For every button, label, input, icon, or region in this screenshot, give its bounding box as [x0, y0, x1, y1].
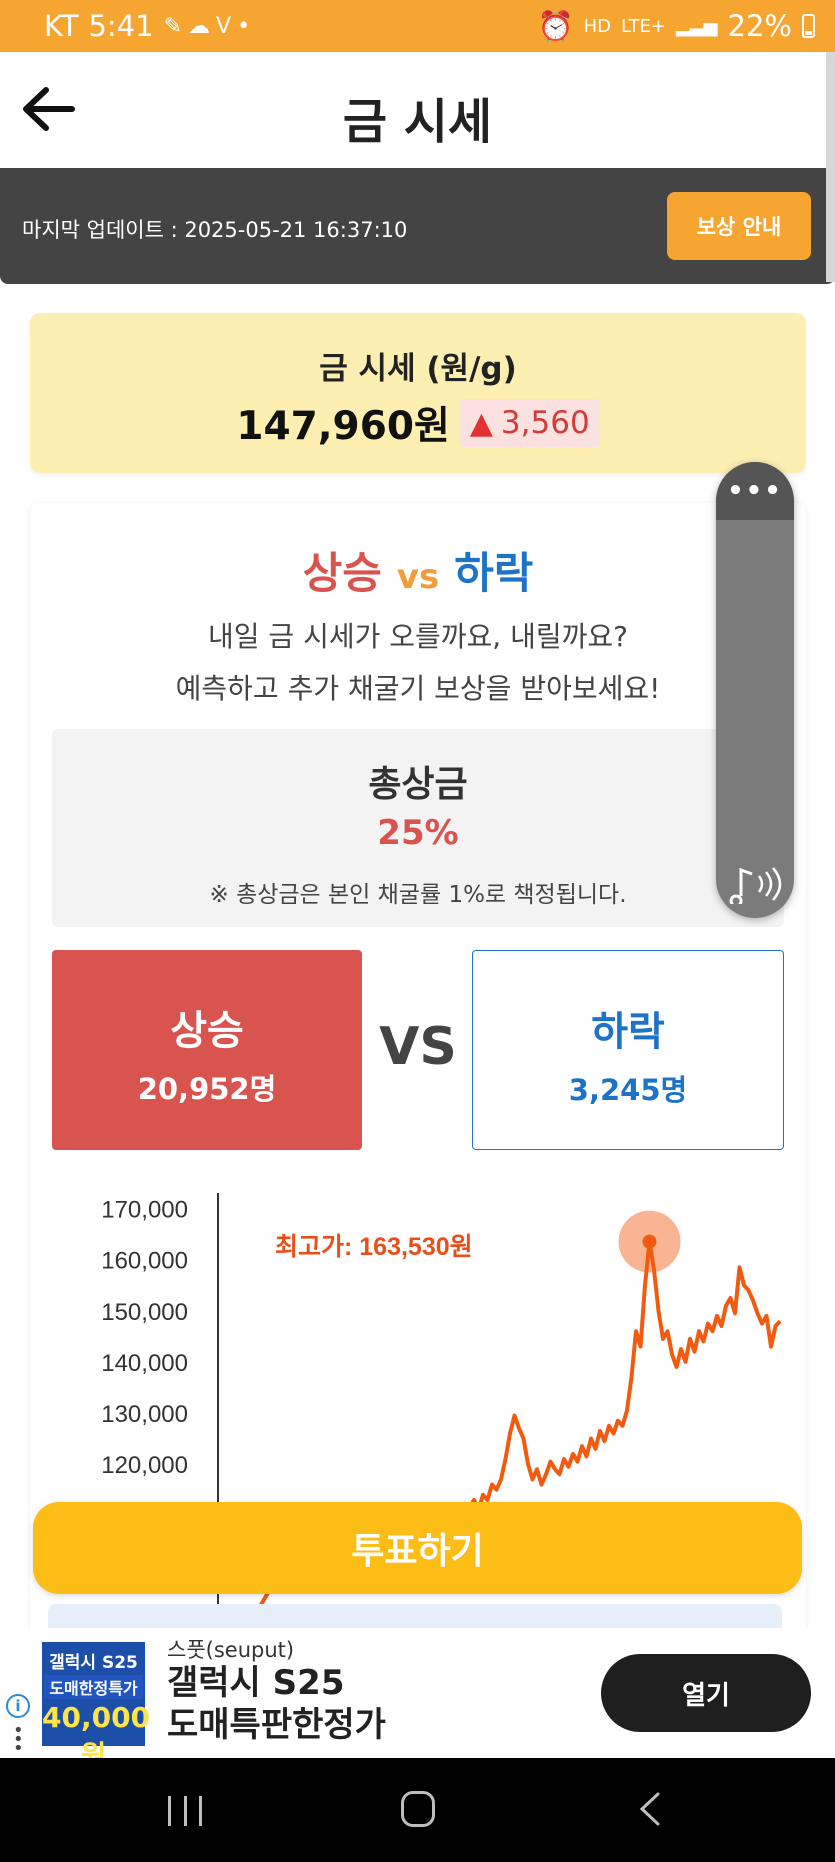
- vote-button[interactable]: 투표하기: [33, 1502, 802, 1594]
- battery-icon: [802, 14, 815, 38]
- recent-apps-icon[interactable]: [168, 1796, 202, 1826]
- signal-icon: ▂▃▅: [676, 15, 718, 37]
- scrollbar[interactable]: [826, 52, 835, 282]
- carrier-text: KT: [44, 9, 79, 43]
- status-right: ⏰ HD LTE+ ▂▃▅ 22%: [537, 9, 815, 44]
- price-change-value: 3,560: [500, 405, 590, 441]
- ad-thumb-line1: 갤럭시 S25: [49, 1653, 138, 1673]
- vote-up-count: 20,952명: [137, 1072, 277, 1106]
- vs-title-up: 상승: [302, 549, 382, 599]
- ad-more-icon[interactable]: • • •: [13, 1722, 24, 1758]
- vs-title-vs: vs: [396, 557, 440, 597]
- price-label: 금 시세 (원/g): [319, 351, 517, 387]
- y-tick-label: 150,000: [101, 1299, 188, 1326]
- y-tick-label: 170,000: [101, 1197, 188, 1224]
- price-value: 147,960원: [236, 404, 450, 449]
- battery-text: 22%: [727, 9, 792, 43]
- media-menu-icon[interactable]: •••: [716, 462, 794, 520]
- ad-open-button[interactable]: 열기: [601, 1654, 811, 1732]
- cloud-icon: ☁: [188, 13, 211, 39]
- ad-thumbnail[interactable]: 갤럭시 S25 도매한정특가 40,000원: [42, 1642, 150, 1772]
- vote-description-line2: 예측하고 추가 채굴기 보상을 받아보세요!: [175, 672, 661, 705]
- status-bar: KT 5:41 ✎ ☁ V • ⏰ HD LTE+ ▂▃▅ 22%: [0, 0, 835, 52]
- next-section-edge: [48, 1604, 782, 1628]
- reward-info-button[interactable]: 보상 안내: [667, 192, 811, 260]
- music-sound-icon[interactable]: [726, 864, 784, 904]
- y-tick-label: 140,000: [101, 1350, 188, 1377]
- vote-card: 상승 vs 하락 내일 금 시세가 오를까요, 내릴까요? 예측하고 추가 채굴…: [30, 503, 806, 1643]
- prize-title: 총상금: [368, 764, 468, 805]
- vs-title: 상승 vs 하락: [30, 539, 806, 601]
- status-left: KT 5:41 ✎ ☁ V •: [44, 9, 250, 43]
- ad-title[interactable]: 갤럭시 S25 도매특판한정가: [167, 1662, 386, 1746]
- prize-note: ※ 총상금은 본인 채굴률 1%로 책정됩니다.: [209, 882, 627, 908]
- back-icon[interactable]: [636, 1792, 666, 1826]
- vs-title-down: 하락: [454, 549, 534, 599]
- prize-value: 25%: [377, 813, 459, 853]
- vote-down-count: 3,245명: [568, 1073, 688, 1107]
- v-icon: V: [216, 13, 232, 39]
- ad-advertiser: 스풋(seuput): [167, 1638, 295, 1662]
- hd-icon: HD: [583, 15, 611, 37]
- network-text: LTE+: [621, 15, 666, 37]
- more-dot: •: [237, 13, 251, 39]
- page-title: 금 시세: [342, 94, 493, 150]
- y-tick-label: 130,000: [101, 1401, 188, 1428]
- ad-thumb-line2: 도매한정특가: [44, 1675, 143, 1699]
- vote-down-option[interactable]: 하락 3,245명: [472, 950, 784, 1150]
- vote-up-option[interactable]: 상승 20,952명: [52, 950, 362, 1150]
- up-arrow-icon: ▲: [469, 405, 493, 441]
- max-price-annotation: 최고가: 163,530원: [275, 1233, 473, 1261]
- notification-icons: ✎ ☁ V •: [164, 14, 250, 39]
- edit-icon: ✎: [163, 13, 183, 39]
- vote-up-label: 상승: [170, 1008, 244, 1054]
- vote-description: 내일 금 시세가 오를까요, 내릴까요? 예측하고 추가 채굴기 보상을 받아보…: [30, 611, 806, 715]
- vote-down-label: 하락: [591, 1009, 665, 1055]
- ad-title-line1: 갤럭시 S25: [167, 1663, 345, 1703]
- price-change-badge: ▲ 3,560: [459, 399, 600, 447]
- app-header: 금 시세: [0, 52, 835, 168]
- alarm-icon: ⏰: [537, 8, 574, 43]
- y-tick-label: 160,000: [101, 1248, 188, 1275]
- vote-description-line1: 내일 금 시세가 오를까요, 내릴까요?: [207, 620, 628, 653]
- ad-title-line2: 도매특판한정가: [167, 1705, 386, 1745]
- home-icon[interactable]: [401, 1791, 435, 1827]
- system-nav-bar: [0, 1758, 835, 1862]
- ad-info-icon[interactable]: i: [6, 1694, 30, 1718]
- max-point-marker: [642, 1234, 657, 1249]
- prize-box: 총상금 25% ※ 총상금은 본인 채굴률 1%로 책정됩니다.: [52, 729, 784, 927]
- vs-center-text: VS: [379, 1017, 457, 1077]
- ad-banner[interactable]: i • • • 갤럭시 S25 도매한정특가 40,000원 스풋(seuput) …: [0, 1628, 835, 1772]
- y-tick-label: 120,000: [101, 1452, 188, 1479]
- price-row: 147,960원 ▲ 3,560: [30, 395, 806, 451]
- gold-price-card: 금 시세 (원/g) 147,960원 ▲ 3,560: [30, 313, 806, 473]
- last-update-text: 마지막 업데이트 : 2025-05-21 16:37:10: [22, 218, 408, 242]
- clock-text: 5:41: [88, 9, 154, 43]
- floating-media-widget[interactable]: •••: [716, 462, 794, 918]
- update-bar: 마지막 업데이트 : 2025-05-21 16:37:10 보상 안내: [0, 168, 835, 284]
